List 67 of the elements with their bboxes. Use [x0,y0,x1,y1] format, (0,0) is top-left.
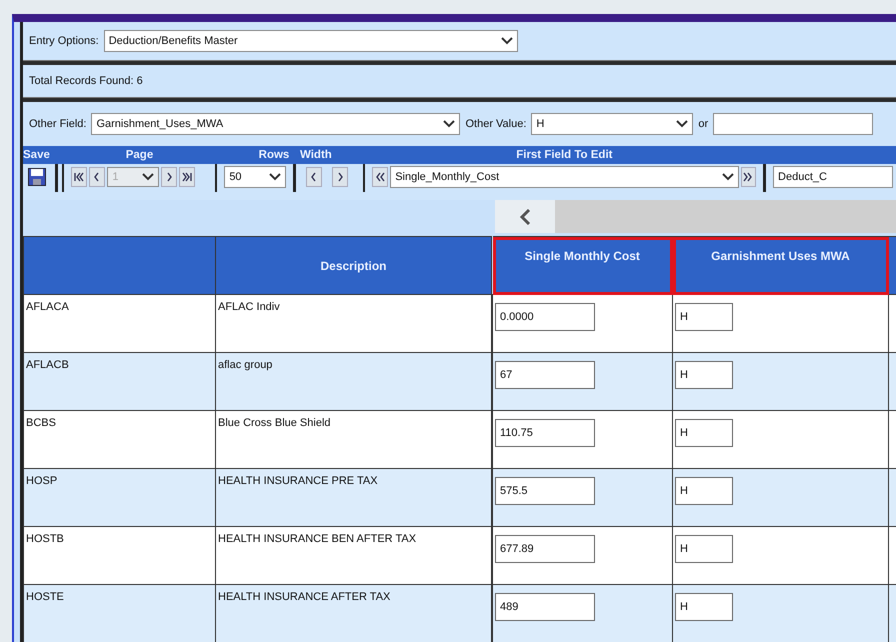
dropdown-chevron-icon [722,173,734,181]
table-cell: HOSTB [24,526,216,584]
table-cell: HOSP [24,468,216,526]
rows-select[interactable]: 50 [224,166,286,188]
cost-input[interactable]: 67 [495,361,595,389]
garnishment-input[interactable]: H [675,303,733,331]
first-field-select[interactable]: Single_Monthly_Cost [390,166,738,188]
cost-input[interactable]: 0.0000 [495,303,595,331]
table-cell: HEALTH INSURANCE BEN AFTER TAX [216,526,492,584]
last-page-button[interactable] [179,167,196,187]
table-cell: aflac group [216,352,492,410]
dropdown-chevron-icon [269,173,282,181]
dropdown-chevron-icon [443,120,456,128]
column-header: Single Monthly Cost [492,236,672,294]
dropdown-chevron-icon [676,120,688,128]
garnishment-input[interactable]: H [675,419,733,447]
record-count: Total Records Found: 6 [29,74,143,89]
table-cell: HOSTE [24,584,216,642]
previous-page-button[interactable] [89,167,106,187]
cost-input[interactable]: 677.89 [495,535,595,563]
narrow-button[interactable] [306,167,322,187]
table-cell: AFLACA [24,294,216,352]
value-input[interactable] [713,113,874,135]
garnishment-input[interactable]: H [675,535,733,563]
table-cell: AFLAC Indiv [216,294,492,352]
cost-input[interactable]: 489 [495,593,595,621]
table-cell: BCBS [24,410,216,468]
garnishment-input[interactable]: H [675,593,733,621]
table-cell: AFLACB [24,352,216,410]
cost-input[interactable]: 110.75 [495,419,595,447]
dropdown-chevron-icon [500,37,513,45]
garnishment-input[interactable]: H [675,477,733,505]
scroll-left-button[interactable] [495,200,555,233]
table-cell: HEALTH INSURANCE PRE TAX [216,468,492,526]
horizontal-scrollbar[interactable] [495,200,896,233]
double-right-icon [743,172,754,182]
toolbar-label: Rows [258,148,290,163]
table-cell: Blue Cross Blue Shield [216,410,492,468]
next-field-button[interactable] [740,167,756,187]
previous-field-button[interactable] [372,167,388,187]
field-label: Other Field: [29,116,86,132]
first-page-icon [74,172,84,182]
entry-options-select[interactable]: Deduction/Benefits Master [104,30,518,52]
cost-input[interactable]: 575.5 [495,477,595,505]
column-header: Description [216,236,492,294]
other-field-select[interactable]: Garnishment_Uses_MWA [91,113,460,135]
field-label: Other Value: [465,116,526,132]
column-header: Garnishment Uses MWA [672,236,888,294]
toolbar-label: Page [124,148,154,163]
toolbar-label: Save [23,148,51,163]
dropdown-chevron-icon [142,173,154,181]
next-page-button[interactable] [161,167,178,187]
chevron-left-icon [518,208,532,224]
table-cell: HEALTH INSURANCE AFTER TAX [216,584,492,642]
last-page-icon [182,172,192,182]
field-label: or [698,116,708,132]
widen-button[interactable] [332,167,348,187]
save-button[interactable] [26,167,48,187]
other-value-select[interactable]: H [531,113,694,135]
save-icon [28,168,46,186]
garnishment-input[interactable]: H [675,361,733,389]
field-label: Entry Options: [29,34,99,49]
toolbar-label: Width [300,148,333,163]
toolbar-label: First Field To Edit [515,148,614,163]
first-page-button[interactable] [71,167,88,187]
double-left-icon [375,172,386,182]
field-select[interactable]: Deduct_C [773,166,894,188]
